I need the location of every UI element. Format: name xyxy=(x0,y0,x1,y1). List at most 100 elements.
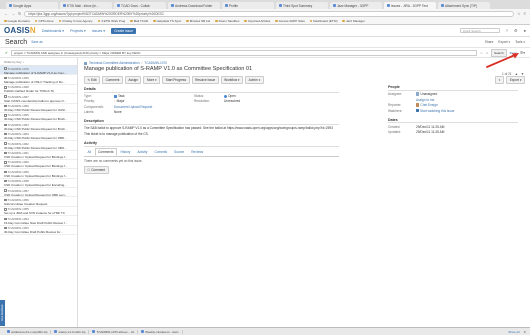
list-item[interactable]: TCADMIN-1068 Publish clarified binder for… xyxy=(0,85,77,95)
show-all-downloads-link[interactable]: Show all xyxy=(508,330,519,334)
back-icon[interactable]: ← xyxy=(4,11,8,16)
list-item[interactable]: TCADMIN-1055 Set up a JIRA and SVN instan… xyxy=(0,207,77,217)
oasis-logo[interactable]: OASISN xyxy=(4,26,36,35)
edit-button[interactable]: ✎ Edit xyxy=(84,76,101,84)
browser-tab[interactable]: TCAD Docs - Collab xyxy=(114,2,166,9)
comment-toolbar-button[interactable]: Comment xyxy=(102,76,123,84)
priority-value: ↑ Major xyxy=(114,99,125,104)
browser-tab[interactable]: Jazz Manager - 3GPP xyxy=(330,2,382,9)
bookmark-item[interactable]: Mail TCAD xyxy=(130,19,148,23)
list-item[interactable]: TCADMIN-1069 Manage publication of OSLC T… xyxy=(0,75,77,85)
list-item[interactable]: TCADMIN-1064 30-Day CSD Public Review Req… xyxy=(0,122,77,132)
tab-favicon-icon xyxy=(225,4,228,7)
breadcrumb-project[interactable]: Technical Committee Administration xyxy=(89,61,140,65)
start-progress-button[interactable]: Start Progress xyxy=(162,76,190,84)
activity-tab[interactable]: Commits xyxy=(151,148,171,156)
bookmark-item[interactable]: Access 3GPP Sites xyxy=(275,19,305,23)
list-item[interactable]: TCADMIN-1059 CSD Creation / Upload Reques… xyxy=(0,169,77,179)
activity-tab[interactable]: Reviews xyxy=(188,148,207,156)
forward-icon[interactable]: → xyxy=(11,11,15,16)
download-item[interactable]: sramp-v1.0-cs01.zip xyxy=(51,329,90,334)
task-type-icon xyxy=(4,217,7,220)
bookmark-item[interactable]: Jazz Manager xyxy=(342,19,365,23)
workflow-button[interactable]: Workflow ▾ xyxy=(220,76,244,84)
tools-button[interactable]: Tools ▾ xyxy=(515,40,525,44)
reporter-avatar xyxy=(416,103,420,107)
order-by-control[interactable]: Order by Key ↓ xyxy=(0,58,77,66)
url-input[interactable]: https://jira.3gpp.org/issues/?jql=projec… xyxy=(24,10,515,17)
nav-issues[interactable]: Issues ▾ xyxy=(92,29,105,33)
star-filter-icon[interactable]: ☆ xyxy=(480,51,483,55)
star-icon[interactable]: ☆ xyxy=(517,11,521,16)
components-value[interactable]: Document Upload Request xyxy=(114,105,194,109)
jql-filter-row: ✔ project = TCADMIN AND assignee in (Una… xyxy=(0,48,530,58)
gear-icon[interactable]: ⚙ xyxy=(514,28,518,33)
help-icon[interactable]: ? xyxy=(506,28,508,33)
next-issue-icon[interactable]: ▼ xyxy=(521,72,524,76)
browser-tab[interactable]: Third Spot Summary xyxy=(276,2,328,9)
jql-input[interactable]: project = TCADMIN AND assignee in (Unass… xyxy=(11,49,477,56)
download-item[interactable]: TCADMIN-1070-tckt-ex....txt xyxy=(89,329,139,334)
bookmark-item[interactable]: Google Domains xyxy=(4,19,30,23)
list-item[interactable]: TCADMIN-1061 CSD Creation / Upload Reques… xyxy=(0,151,77,160)
bookmark-item[interactable]: Fiserv Sandbox xyxy=(215,19,239,23)
bookmark-item[interactable]: OPS Home xyxy=(34,19,54,23)
bookmark-item[interactable]: Helpdesk TS Sync xyxy=(153,19,181,23)
list-item[interactable]: TCADMIN-1057 CSD Creation / Upload Reques… xyxy=(0,188,77,198)
download-item[interactable]: untitled-cs-01-v.csprd01.zip xyxy=(4,329,52,334)
list-item[interactable]: TCADMIN-1056 Subcommittee Creation Reques… xyxy=(0,197,77,207)
share-button[interactable]: Share xyxy=(485,40,494,44)
reload-icon[interactable]: ↻ xyxy=(18,11,21,16)
assign-button[interactable]: Assign xyxy=(124,76,142,84)
list-item[interactable]: TCADMIN-1058 CSD Creation / Upload Reques… xyxy=(0,179,77,189)
create-issue-button[interactable]: Create issue xyxy=(111,27,137,34)
browser-tab[interactable]: Profile xyxy=(222,2,274,9)
reporter-value[interactable]: Chet Ensign xyxy=(416,103,516,107)
pager-text: 1 of 21 xyxy=(501,72,512,76)
feedback-tab[interactable]: Give feedback xyxy=(0,300,5,326)
list-item[interactable]: TCADMIN-1053 30-Day Committee Draft Publi… xyxy=(0,226,77,236)
admin-button[interactable]: Admin ▾ xyxy=(245,76,264,84)
activity-tab[interactable]: History xyxy=(117,148,134,156)
browser-tab[interactable]: ETSI Mail - Inbox (le... xyxy=(60,2,112,9)
export-button[interactable]: Export ▾ xyxy=(498,40,510,44)
browser-tab[interactable]: Issues - JIRA - 3GPP Test xyxy=(384,2,436,9)
bookmark-item[interactable]: 3 Delay In Gov Agency xyxy=(58,19,93,23)
breadcrumb-issue-key[interactable]: TCADMIN-1070 xyxy=(144,61,167,65)
list-item[interactable]: TCADMIN-1070 Manage publication of S-RAMP… xyxy=(0,66,77,76)
menu-icon[interactable]: ≡ xyxy=(524,11,526,16)
prev-issue-icon[interactable]: ▲ xyxy=(515,72,518,76)
watchers-value[interactable]: Start watching this issue xyxy=(416,109,516,113)
browser-tab[interactable]: Attachment Sync (TIP) xyxy=(438,2,490,9)
quick-search-input[interactable]: Quick Search xyxy=(459,28,500,33)
activity-tab[interactable]: All xyxy=(84,148,95,156)
bookmark-item[interactable]: 4 ETSI Work Prog xyxy=(97,19,125,23)
activity-tab[interactable]: Source xyxy=(171,148,188,156)
browser-tab[interactable]: Google Apps xyxy=(6,2,58,9)
list-item[interactable]: TCADMIN-1067 Start OASIS membership ballo… xyxy=(0,94,77,104)
resolve-issue-button[interactable]: Resolve Issue xyxy=(191,76,219,84)
download-item[interactable]: Weekly-minutes-tc...docx xyxy=(138,329,183,334)
bookmark-item[interactable]: Dashboard (ETSI) xyxy=(309,19,337,23)
nav-projects[interactable]: Projects ▾ xyxy=(70,29,86,33)
assign-to-me-link[interactable]: Assign to me xyxy=(416,98,516,102)
user-avatar-icon[interactable]: ● xyxy=(524,28,526,33)
browser-tab[interactable]: Andrews Download Folder xyxy=(168,2,220,9)
close-icon[interactable]: ✕ xyxy=(523,330,526,334)
nav-dashboards[interactable]: Dashboards ▾ xyxy=(42,29,64,33)
comment-button[interactable]: ☐ Comment xyxy=(84,166,109,175)
activity-tab[interactable]: Activity xyxy=(134,148,151,156)
activity-tab[interactable]: Comments xyxy=(94,148,117,157)
list-item[interactable]: TCADMIN-1062 30-Day CSD Public Review Req… xyxy=(0,141,77,151)
list-item[interactable]: TCADMIN-1054 15-Day Committee Note Draft … xyxy=(0,216,77,226)
bookmark-item[interactable]: Minutes SB Ltd xyxy=(186,19,210,23)
list-item[interactable]: TCADMIN-1066 30-Day CSD Public Review Req… xyxy=(0,104,77,113)
list-item[interactable]: TCADMIN-1065 30-Day CSD Public Review Req… xyxy=(0,113,77,123)
download-items: untitled-cs-01-v.csprd01.zip sramp-v1.0-c… xyxy=(4,329,183,334)
list-item[interactable]: TCADMIN-1063 30-Day CSD Public Review Req… xyxy=(0,132,77,142)
save-as-link[interactable]: Save as xyxy=(31,40,43,44)
dates-grid: Created: 29/Dec/11 11:25 AM Updated: 29/… xyxy=(388,125,518,135)
bookmark-item[interactable]: Imported Articles xyxy=(244,19,270,23)
list-item[interactable]: TCADMIN-1060 CSD Creation / Upload Reques… xyxy=(0,160,77,170)
more-button[interactable]: More ▾ xyxy=(143,76,161,84)
